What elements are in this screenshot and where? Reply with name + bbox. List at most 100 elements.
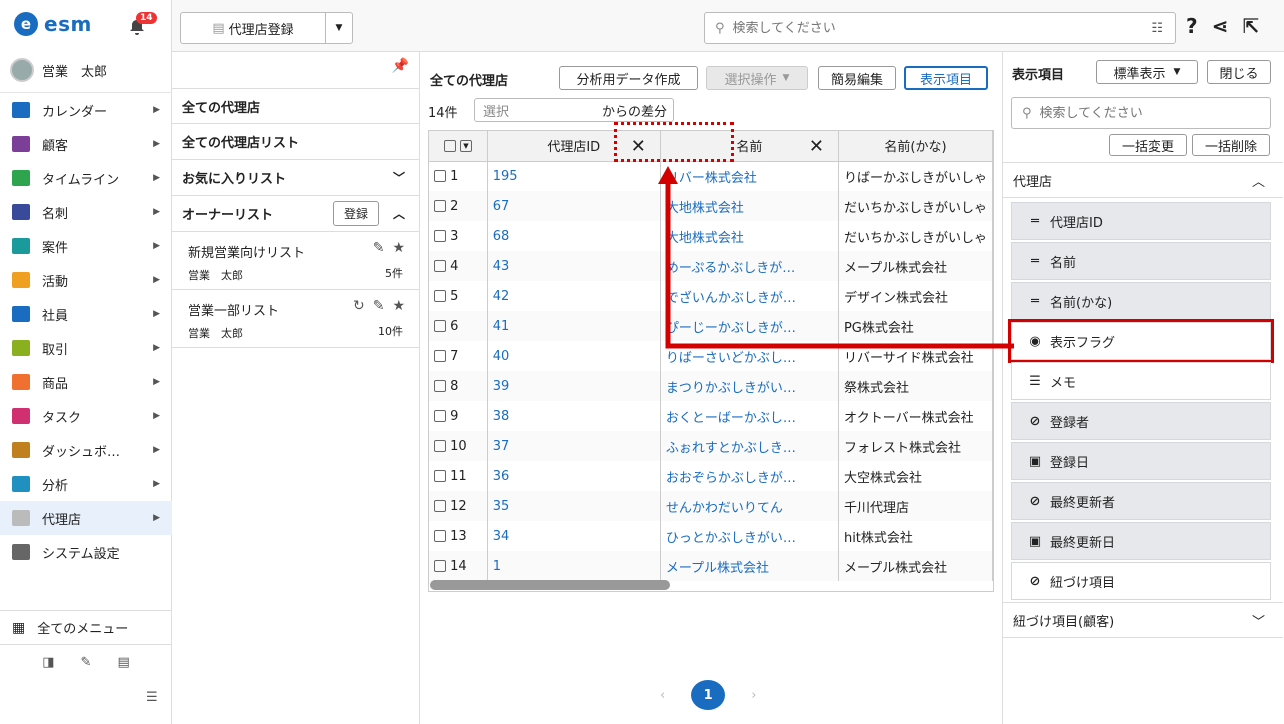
collapse-nav-icon[interactable]: ☰ xyxy=(146,690,158,705)
row-checkbox[interactable] xyxy=(434,200,446,212)
list-item[interactable]: 営業一部リスト 営業 太郎 10件 ↻ ✎ ★ xyxy=(172,290,419,348)
close-panel-button[interactable]: 閉じる xyxy=(1207,60,1271,84)
field-item[interactable]: ◉ 表示フラグ xyxy=(1008,319,1274,363)
cell-agency-id[interactable]: 34 xyxy=(487,521,661,551)
next-page-icon[interactable]: › xyxy=(751,688,756,703)
cell-agency-id[interactable]: 39 xyxy=(487,371,661,401)
sidebar-item[interactable]: 案件 ▶ xyxy=(0,229,172,263)
field-item[interactable]: ▣ 最終更新日 xyxy=(1011,522,1271,560)
all-menu-button[interactable]: ▦ 全てのメニュー xyxy=(0,610,172,644)
film-icon[interactable]: ▤ xyxy=(117,655,129,670)
list-all-agency-lists[interactable]: 全ての代理店リスト xyxy=(172,124,419,160)
row-checkbox[interactable] xyxy=(434,380,446,392)
table-row[interactable]: 11 36 おおぞらかぶしきが… 大空株式会社 xyxy=(429,461,993,491)
sidebar-item[interactable]: 取引 ▶ xyxy=(0,331,172,365)
logo[interactable]: e esm xyxy=(14,12,92,36)
select-menu-dropdown[interactable]: ▼ xyxy=(459,139,472,152)
table-row[interactable]: 13 34 ひっとかぶしきがい… hit株式会社 xyxy=(429,521,993,551)
section-agency[interactable]: 代理店 ︿ xyxy=(1003,162,1283,198)
table-row[interactable]: 12 35 せんかわだいりてん 千川代理店 xyxy=(429,491,993,521)
wrench-icon[interactable]: ✎ xyxy=(81,655,92,670)
cell-name[interactable]: おおぞらかぶしきが… xyxy=(660,461,839,491)
cell-agency-id[interactable]: 67 xyxy=(487,191,661,221)
cell-agency-id[interactable]: 1 xyxy=(487,551,661,581)
field-item[interactable]: ⊘ 登録者 xyxy=(1011,402,1271,440)
chevron-down-icon[interactable]: ▼ xyxy=(326,23,352,33)
search-input[interactable] xyxy=(732,20,1113,36)
cell-name[interactable]: おくとーばーかぶし… xyxy=(660,401,839,431)
cell-name[interactable]: まつりかぶしきがい… xyxy=(660,371,839,401)
table-row[interactable]: 9 38 おくとーばーかぶし… オクトーバー株式会社 xyxy=(429,401,993,431)
diff-select[interactable]: 選択 からの差分 xyxy=(474,98,674,122)
cell-agency-id[interactable]: 68 xyxy=(487,221,661,251)
sidebar-item[interactable]: 活動 ▶ xyxy=(0,263,172,297)
select-all-checkbox[interactable] xyxy=(443,139,456,152)
help-icon[interactable]: ? xyxy=(1186,14,1198,38)
row-checkbox[interactable] xyxy=(434,410,446,422)
section-linked-customer[interactable]: 紐づけ項目(顧客) ﹀ xyxy=(1003,602,1283,638)
star-icon[interactable]: ★ xyxy=(392,298,405,314)
export-data-button[interactable]: 分析用データ作成 xyxy=(559,66,698,90)
sidebar-item[interactable]: 商品 ▶ xyxy=(0,365,172,399)
register-agency-button[interactable]: ▤ 代理店登録 ▼ xyxy=(180,12,353,44)
filter-icon[interactable]: ☷ xyxy=(1151,21,1163,36)
panel-search[interactable]: ⚲ xyxy=(1011,97,1271,129)
field-item[interactable]: ⊘ 紐づけ項目 xyxy=(1011,562,1271,600)
row-checkbox[interactable] xyxy=(434,290,446,302)
sidebar-item[interactable]: 代理店 ▶ xyxy=(0,501,172,535)
cell-agency-id[interactable]: 42 xyxy=(487,281,661,311)
panel-search-input[interactable] xyxy=(1039,105,1240,121)
row-checkbox[interactable] xyxy=(434,350,446,362)
row-checkbox[interactable] xyxy=(434,260,446,272)
current-page[interactable]: 1 xyxy=(691,680,726,710)
manual-icon[interactable]: ◨ xyxy=(42,655,54,670)
cell-agency-id[interactable]: 41 xyxy=(487,311,661,341)
cell-agency-id[interactable]: 43 xyxy=(487,251,661,281)
external-link-icon[interactable]: ⇱ xyxy=(1242,14,1259,38)
bulk-delete-button[interactable]: 一括削除 xyxy=(1192,134,1270,156)
select-action-button[interactable]: 選択操作 ▼ xyxy=(706,66,808,90)
favorite-lists-section[interactable]: お気に入りリスト ﹀ xyxy=(172,160,419,196)
cell-agency-id[interactable]: 36 xyxy=(487,461,661,491)
sidebar-item[interactable]: 社員 ▶ xyxy=(0,297,172,331)
cell-name[interactable]: ふぉれすとかぶしき… xyxy=(660,431,839,461)
horizontal-scrollbar[interactable] xyxy=(430,580,670,590)
cell-agency-id[interactable]: 35 xyxy=(487,491,661,521)
edit-icon[interactable]: ✎ xyxy=(373,240,385,256)
field-item[interactable]: ⊘ 最終更新者 xyxy=(1011,482,1271,520)
row-checkbox[interactable] xyxy=(434,500,446,512)
pin-icon[interactable]: 📌 xyxy=(392,58,409,74)
global-search[interactable]: ⚲ ☷ xyxy=(704,12,1176,44)
cell-name[interactable]: メープル株式会社 xyxy=(660,551,839,581)
row-checkbox[interactable] xyxy=(434,230,446,242)
sidebar-item[interactable]: システム設定 xyxy=(0,535,172,569)
bulk-change-button[interactable]: 一括変更 xyxy=(1109,134,1187,156)
column-header[interactable]: 名前(かな) xyxy=(838,131,993,162)
sidebar-item[interactable]: カレンダー ▶ xyxy=(0,93,172,127)
cell-agency-id[interactable]: 40 xyxy=(487,341,661,371)
field-item[interactable]: ═ 名前 xyxy=(1011,242,1271,280)
user-profile[interactable]: 営業 太郎 xyxy=(10,58,107,82)
edit-icon[interactable]: ✎ xyxy=(373,298,385,314)
row-checkbox[interactable] xyxy=(434,320,446,332)
table-row[interactable]: 8 39 まつりかぶしきがい… 祭株式会社 xyxy=(429,371,993,401)
row-checkbox[interactable] xyxy=(434,170,446,183)
field-item[interactable]: ▣ 登録日 xyxy=(1011,442,1271,480)
register-list-button[interactable]: 登録 xyxy=(332,201,379,226)
cell-agency-id[interactable]: 195 xyxy=(487,161,661,191)
table-row[interactable]: 14 1 メープル株式会社 メープル株式会社 xyxy=(429,551,993,581)
row-checkbox[interactable] xyxy=(434,470,446,482)
cell-agency-id[interactable]: 38 xyxy=(487,401,661,431)
table-row[interactable]: 10 37 ふぉれすとかぶしき… フォレスト株式会社 xyxy=(429,431,993,461)
share-icon[interactable]: ⋖ xyxy=(1212,14,1229,38)
sidebar-item[interactable]: ダッシュボ… ▶ xyxy=(0,433,172,467)
sidebar-item[interactable]: 分析 ▶ xyxy=(0,467,172,501)
cell-agency-id[interactable]: 37 xyxy=(487,431,661,461)
close-icon[interactable]: ✕ xyxy=(809,136,824,157)
refresh-icon[interactable]: ↻ xyxy=(353,298,365,314)
display-items-button[interactable]: 表示項目 xyxy=(904,66,988,90)
field-item[interactable]: ═ 名前(かな) xyxy=(1011,282,1271,320)
cell-name[interactable]: せんかわだいりてん xyxy=(660,491,839,521)
list-all-agencies[interactable]: 全ての代理店 xyxy=(172,88,419,124)
field-item[interactable]: ═ 代理店ID xyxy=(1011,202,1271,240)
